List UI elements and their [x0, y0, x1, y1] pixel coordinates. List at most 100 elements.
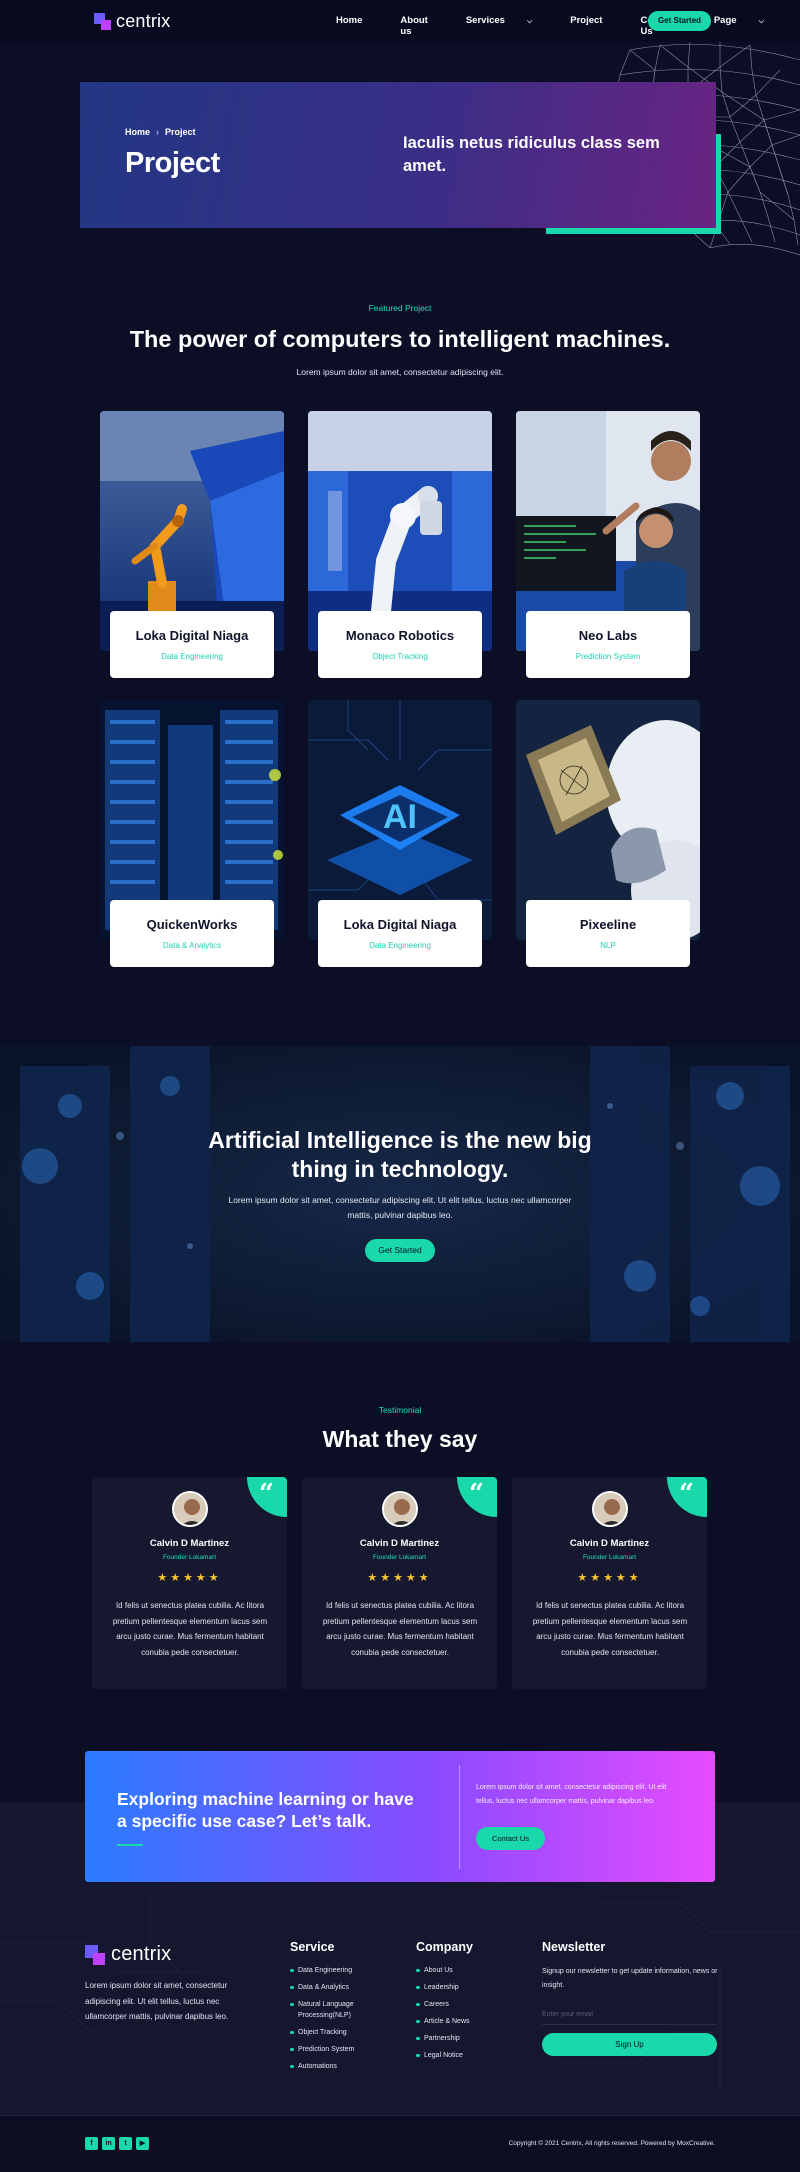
project-tag: Data Engineering: [161, 652, 223, 661]
footer-link[interactable]: Object Tracking: [290, 2027, 380, 2038]
avatar: [382, 1491, 418, 1527]
footer-link[interactable]: Legal Notice: [416, 2050, 516, 2061]
breadcrumb-current: Project: [165, 127, 196, 137]
chevron-right-icon: ›: [156, 127, 160, 137]
star-rating: ★★★★★: [157, 1572, 222, 1584]
testimonial-card: “ Calvin D Martinez Founder Lokamart ★★★…: [302, 1477, 497, 1689]
footer-link[interactable]: About Us: [416, 1965, 516, 1976]
footer-heading: Newsletter: [542, 1940, 606, 1954]
testimonial-eyebrow: Testimonial: [378, 1405, 422, 1415]
project-name: Monaco Robotics: [345, 628, 455, 643]
testimonial-name: Calvin D Martinez: [149, 1538, 230, 1549]
star-rating: ★★★★★: [367, 1572, 432, 1584]
footer-link[interactable]: Prediction System: [290, 2044, 380, 2055]
main-menu: Home About us Services⌵ Project Contact …: [336, 15, 800, 37]
featured-subtitle: Lorem ipsum dolor sit amet, consectetur …: [296, 367, 504, 377]
footer-link[interactable]: Partnership: [416, 2033, 516, 2044]
logo-mark-icon: [85, 1944, 105, 1965]
quote-icon: “: [667, 1477, 707, 1517]
testimonial-role: Founder Lokamart: [162, 1554, 217, 1561]
footer-link[interactable]: Careers: [416, 1999, 516, 2010]
quote-icon: “: [457, 1477, 497, 1517]
sign-up-button[interactable]: Sign Up: [542, 2033, 717, 2056]
project-tag: Data Engineering: [369, 941, 431, 950]
footer-link[interactable]: Natural Language Processing(NLP): [290, 1999, 380, 2021]
footer-service-column: Service Data Engineering Data & Analytic…: [290, 1940, 380, 2078]
footer-about: Lorem ipsum dolor sit amet, consectetur …: [85, 1981, 229, 2021]
page-title: Project: [125, 147, 220, 179]
footer-link[interactable]: Data Engineering: [290, 1965, 380, 1976]
footer-link[interactable]: Article & News: [416, 2016, 516, 2027]
brand-name: centrix: [111, 1943, 172, 1965]
featured-title: The power of computers to intelligent ma…: [129, 326, 671, 352]
footer-link[interactable]: Automations: [290, 2061, 380, 2072]
testimonial-name: Calvin D Martinez: [359, 1538, 440, 1549]
nav-item-page[interactable]: Page ⌵: [714, 15, 783, 37]
project-info: Neo Labs Prediction System: [526, 611, 690, 678]
copyright-text: Copyright © 2021 Centrix, All rights res…: [508, 2140, 715, 2147]
chevron-down-icon: ⌵: [758, 18, 764, 25]
testimonial-role: Founder Lokamart: [582, 1554, 637, 1561]
project-name: QuickenWorks: [146, 917, 238, 932]
testimonial-card: “ Calvin D Martinez Founder Lokamart ★★★…: [92, 1477, 287, 1689]
footer-link[interactable]: Leadership: [416, 1982, 516, 1993]
footer-link[interactable]: Data & Analytics: [290, 1982, 380, 1993]
footer-company-column: Company About Us Leadership Careers Arti…: [416, 1940, 516, 2067]
contact-cta-banner: Exploring machine learning or have a spe…: [85, 1751, 715, 1882]
divider-accent: [117, 1844, 143, 1846]
footer-heading: Company: [416, 1940, 473, 1954]
project-tag: Prediction System: [575, 652, 641, 661]
testimonial-title: What they say: [322, 1426, 478, 1452]
ai-cta-banner: Artificial Intelligence is the new big t…: [0, 1046, 800, 1342]
newsletter-text: Signup our newsletter to get update info…: [542, 1968, 718, 1989]
contact-us-button[interactable]: Contact Us: [476, 1827, 545, 1850]
project-info: Loka Digital Niaga Data Engineering: [110, 611, 274, 678]
project-info: Monaco Robotics Object Tracking: [318, 611, 482, 678]
nav-item-home[interactable]: Home: [336, 15, 381, 37]
facebook-icon[interactable]: f: [85, 2137, 98, 2150]
breadcrumb: Home › Project: [125, 127, 196, 137]
nav-item-project[interactable]: Project: [570, 15, 621, 37]
testimonial-role: Founder Lokamart: [372, 1554, 427, 1561]
footer-logo[interactable]: centrix: [85, 1943, 171, 1966]
quote-icon: “: [247, 1477, 287, 1517]
get-started-button[interactable]: Get Started: [365, 1239, 435, 1262]
hero-banner: Home › Project Project Iaculis netus ridic…: [80, 82, 716, 228]
featured-eyebrow: Featured Project: [368, 303, 432, 313]
avatar: [592, 1491, 628, 1527]
youtube-icon[interactable]: ▶: [136, 2137, 149, 2150]
newsletter-email-input[interactable]: [542, 2005, 717, 2025]
logo-mark-icon: [94, 13, 111, 30]
testimonial-card: “ Calvin D Martinez Founder Lokamart ★★★…: [512, 1477, 707, 1689]
nav-item-about[interactable]: About us: [400, 15, 446, 37]
hero-subtitle: Iaculis netus ridiculus class sem amet.: [403, 134, 660, 175]
ai-banner-title: Artificial Intelligence is the new big t…: [208, 1127, 592, 1182]
testimonial-text: Id felis ut senectus platea cubilia. Ac …: [532, 1601, 688, 1657]
linkedin-icon[interactable]: in: [102, 2137, 115, 2150]
get-started-button[interactable]: Get Started: [648, 11, 711, 31]
project-tag: Object Tracking: [372, 652, 428, 661]
testimonial-text: Id felis ut senectus platea cubilia. Ac …: [112, 1601, 268, 1657]
vertical-divider: [459, 1765, 460, 1869]
brand-name: centrix: [116, 11, 171, 31]
twitter-icon[interactable]: t: [119, 2137, 132, 2150]
project-name: Neo Labs: [578, 628, 638, 643]
footer-bottom-bar: f in t ▶ Copyright © 2021 Centrix, All r…: [0, 2115, 800, 2172]
breadcrumb-home[interactable]: Home: [125, 127, 150, 137]
project-name: Loka Digital Niaga: [343, 917, 457, 932]
project-name: Pixeeline: [579, 917, 637, 932]
footer-newsletter-column: Newsletter Signup our newsletter to get …: [542, 1940, 722, 2056]
project-info: Pixeeline NLP: [526, 900, 690, 967]
brand-logo[interactable]: centrix: [94, 11, 170, 32]
project-info: Loka Digital Niaga Data Engineering: [318, 900, 482, 967]
testimonial-text: Id felis ut senectus platea cubilia. Ac …: [322, 1601, 478, 1657]
chevron-down-icon: ⌵: [526, 18, 533, 25]
talk-title: Exploring machine learning or have a spe…: [117, 1789, 414, 1831]
star-rating: ★★★★★: [577, 1572, 642, 1584]
svg-text:AI: AI: [383, 798, 417, 836]
talk-text: Lorem ipsum dolor sit amet, consectetur …: [476, 1784, 667, 1805]
ai-banner-text: Lorem ipsum dolor sit amet, consectetur …: [228, 1195, 572, 1220]
nav-item-services[interactable]: Services ⌵: [466, 15, 551, 37]
project-info: QuickenWorks Data & Analytics: [110, 900, 274, 967]
social-links: f in t ▶: [85, 2137, 153, 2150]
